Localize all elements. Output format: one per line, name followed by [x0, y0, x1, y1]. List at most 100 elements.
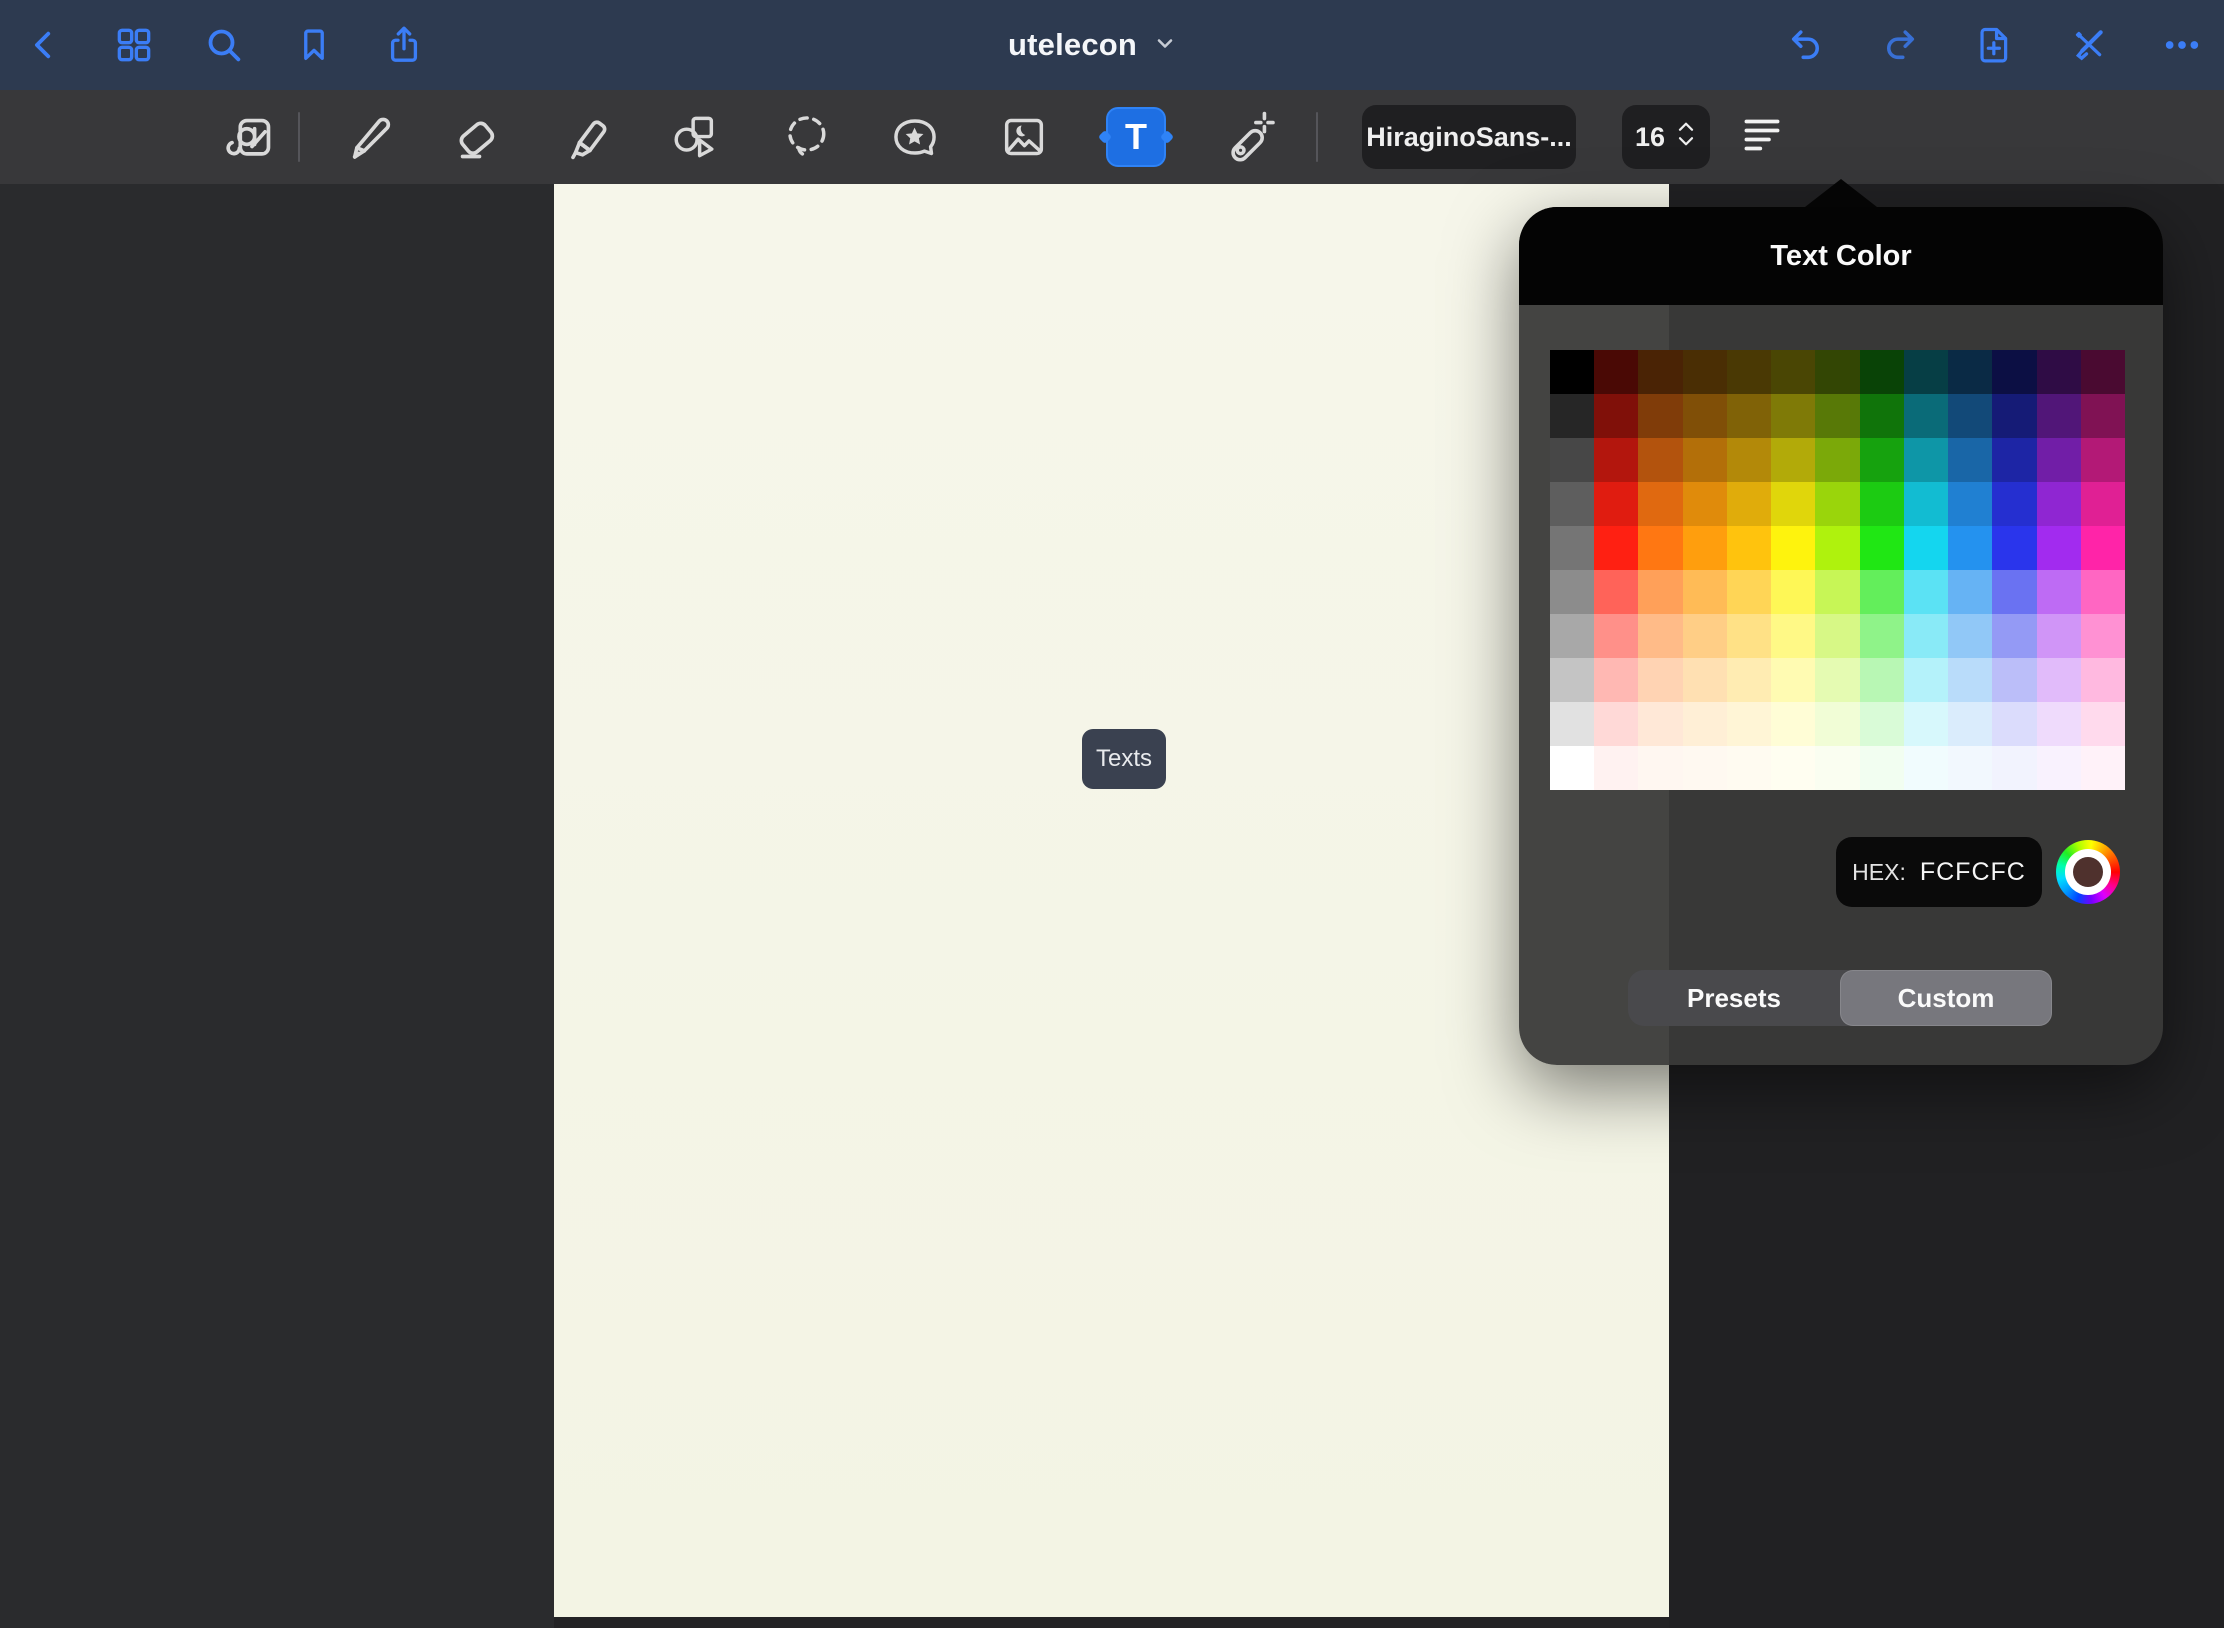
- color-swatch-r0c1[interactable]: [1594, 350, 1638, 394]
- color-wheel-button[interactable]: [2056, 840, 2120, 904]
- color-swatch-r9c2[interactable]: [1638, 746, 1682, 790]
- color-swatch-r5c2[interactable]: [1638, 570, 1682, 614]
- color-swatch-r8c4[interactable]: [1727, 702, 1771, 746]
- color-swatch-r2c1[interactable]: [1594, 438, 1638, 482]
- color-swatch-r4c12[interactable]: [2081, 526, 2125, 570]
- color-swatch-r4c0[interactable]: [1550, 526, 1594, 570]
- color-swatch-r5c5[interactable]: [1771, 570, 1815, 614]
- hex-field[interactable]: HEX: FCFCFC: [1836, 837, 2042, 907]
- note-page[interactable]: [554, 184, 1669, 1617]
- search-button[interactable]: [198, 19, 250, 71]
- color-swatch-r5c11[interactable]: [2037, 570, 2081, 614]
- color-swatch-r7c4[interactable]: [1727, 658, 1771, 702]
- font-size-stepper[interactable]: 16: [1622, 105, 1710, 169]
- color-swatch-r3c2[interactable]: [1638, 482, 1682, 526]
- color-swatch-r6c2[interactable]: [1638, 614, 1682, 658]
- eraser-tool-button[interactable]: [447, 108, 505, 166]
- color-swatch-r7c11[interactable]: [2037, 658, 2081, 702]
- color-swatch-r8c9[interactable]: [1948, 702, 1992, 746]
- color-swatch-r2c11[interactable]: [2037, 438, 2081, 482]
- color-swatch-r1c8[interactable]: [1904, 394, 1948, 438]
- color-swatch-r5c4[interactable]: [1727, 570, 1771, 614]
- color-swatch-r0c2[interactable]: [1638, 350, 1682, 394]
- pages-overview-button[interactable]: [108, 19, 160, 71]
- color-swatch-r2c0[interactable]: [1550, 438, 1594, 482]
- color-swatch-r2c9[interactable]: [1948, 438, 1992, 482]
- color-swatch-r9c3[interactable]: [1683, 746, 1727, 790]
- color-swatch-r9c1[interactable]: [1594, 746, 1638, 790]
- color-swatch-r4c4[interactable]: [1727, 526, 1771, 570]
- color-swatch-r1c6[interactable]: [1815, 394, 1859, 438]
- color-swatch-r7c3[interactable]: [1683, 658, 1727, 702]
- color-swatch-r8c10[interactable]: [1992, 702, 2036, 746]
- color-swatch-r7c12[interactable]: [2081, 658, 2125, 702]
- color-swatch-r6c9[interactable]: [1948, 614, 1992, 658]
- color-swatch-r3c5[interactable]: [1771, 482, 1815, 526]
- color-swatch-r0c6[interactable]: [1815, 350, 1859, 394]
- color-swatch-r6c1[interactable]: [1594, 614, 1638, 658]
- color-swatch-r9c8[interactable]: [1904, 746, 1948, 790]
- color-swatch-r0c4[interactable]: [1727, 350, 1771, 394]
- color-swatch-r7c8[interactable]: [1904, 658, 1948, 702]
- color-swatch-r7c5[interactable]: [1771, 658, 1815, 702]
- color-swatch-r2c3[interactable]: [1683, 438, 1727, 482]
- color-swatch-r9c11[interactable]: [2037, 746, 2081, 790]
- shapes-tool-button[interactable]: [665, 108, 723, 166]
- color-swatch-r4c1[interactable]: [1594, 526, 1638, 570]
- color-swatch-r9c9[interactable]: [1948, 746, 1992, 790]
- color-swatch-r9c6[interactable]: [1815, 746, 1859, 790]
- share-button[interactable]: [378, 19, 430, 71]
- color-swatch-r7c0[interactable]: [1550, 658, 1594, 702]
- color-swatch-r8c5[interactable]: [1771, 702, 1815, 746]
- color-swatch-r0c5[interactable]: [1771, 350, 1815, 394]
- color-swatch-r4c11[interactable]: [2037, 526, 2081, 570]
- color-swatch-r1c0[interactable]: [1550, 394, 1594, 438]
- color-swatch-r3c11[interactable]: [2037, 482, 2081, 526]
- color-swatch-r0c3[interactable]: [1683, 350, 1727, 394]
- color-swatch-r3c0[interactable]: [1550, 482, 1594, 526]
- color-swatch-r5c1[interactable]: [1594, 570, 1638, 614]
- color-swatch-r2c4[interactable]: [1727, 438, 1771, 482]
- color-swatch-r6c0[interactable]: [1550, 614, 1594, 658]
- color-swatch-r3c10[interactable]: [1992, 482, 2036, 526]
- color-swatch-r3c3[interactable]: [1683, 482, 1727, 526]
- color-swatch-r5c8[interactable]: [1904, 570, 1948, 614]
- color-swatch-r2c10[interactable]: [1992, 438, 2036, 482]
- undo-button[interactable]: [1780, 19, 1832, 71]
- color-swatch-r1c2[interactable]: [1638, 394, 1682, 438]
- color-swatch-r3c4[interactable]: [1727, 482, 1771, 526]
- color-swatch-r9c4[interactable]: [1727, 746, 1771, 790]
- color-swatch-r3c9[interactable]: [1948, 482, 1992, 526]
- color-swatch-r8c2[interactable]: [1638, 702, 1682, 746]
- color-swatch-r9c12[interactable]: [2081, 746, 2125, 790]
- color-swatch-r2c6[interactable]: [1815, 438, 1859, 482]
- color-swatch-r4c3[interactable]: [1683, 526, 1727, 570]
- color-swatch-r1c4[interactable]: [1727, 394, 1771, 438]
- color-swatch-r7c2[interactable]: [1638, 658, 1682, 702]
- color-swatch-r2c12[interactable]: [2081, 438, 2125, 482]
- color-swatch-r8c0[interactable]: [1550, 702, 1594, 746]
- color-swatch-r5c9[interactable]: [1948, 570, 1992, 614]
- color-swatch-r5c12[interactable]: [2081, 570, 2125, 614]
- color-swatch-r9c5[interactable]: [1771, 746, 1815, 790]
- color-swatch-r6c7[interactable]: [1860, 614, 1904, 658]
- document-title-button[interactable]: utelecon: [1008, 0, 1177, 90]
- color-swatch-r1c10[interactable]: [1992, 394, 2036, 438]
- more-button[interactable]: [2156, 19, 2208, 71]
- color-swatch-r8c3[interactable]: [1683, 702, 1727, 746]
- color-swatch-r8c1[interactable]: [1594, 702, 1638, 746]
- color-swatch-r3c6[interactable]: [1815, 482, 1859, 526]
- color-swatch-r0c7[interactable]: [1860, 350, 1904, 394]
- color-swatch-r0c0[interactable]: [1550, 350, 1594, 394]
- redo-button[interactable]: [1874, 19, 1926, 71]
- read-only-toggle-button[interactable]: [2062, 19, 2114, 71]
- color-swatch-r4c2[interactable]: [1638, 526, 1682, 570]
- color-swatch-r6c12[interactable]: [2081, 614, 2125, 658]
- color-swatch-r5c6[interactable]: [1815, 570, 1859, 614]
- color-swatch-r8c11[interactable]: [2037, 702, 2081, 746]
- highlighter-tool-button[interactable]: [557, 108, 615, 166]
- color-swatch-r9c10[interactable]: [1992, 746, 2036, 790]
- color-swatch-r0c11[interactable]: [2037, 350, 2081, 394]
- color-swatch-r3c1[interactable]: [1594, 482, 1638, 526]
- color-swatch-r4c10[interactable]: [1992, 526, 2036, 570]
